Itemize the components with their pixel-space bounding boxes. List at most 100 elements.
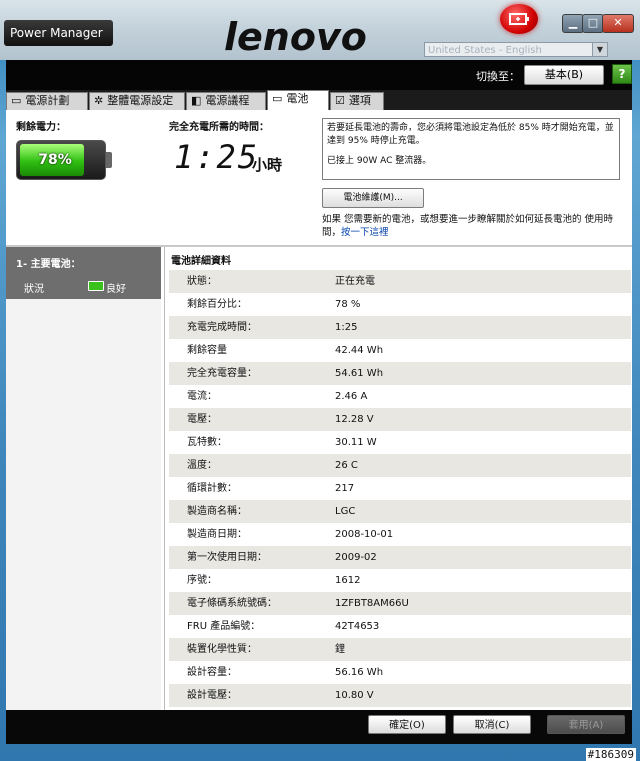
row-value: 正在充電 — [335, 276, 375, 287]
lenovo-logo: lenovo — [224, 16, 367, 58]
details-title: 電池詳細資料 — [171, 256, 231, 267]
charge-info-box: 若要延長電池的壽命，您必須將電池設定為低於 85% 時才開始充電，並達到 95%… — [322, 118, 620, 180]
adapter-message: 已接上 90W AC 整流器。 — [327, 156, 432, 166]
table-row: 瓦特數： 30.11 W — [169, 431, 631, 454]
watermark: #186309 — [585, 748, 636, 761]
battery-maintenance-button[interactable]: 電池維護(M)... — [322, 188, 424, 208]
row-value: 1612 — [335, 575, 361, 586]
row-label: 製造商日期： — [187, 529, 247, 540]
tab-options[interactable]: ☑ 選項 — [330, 92, 384, 110]
battery-list-item-primary[interactable]: 1- 主要電池： 狀況 良好 — [6, 247, 161, 299]
tab-battery[interactable]: ▭ 電池 — [267, 90, 329, 110]
charge-time-unit: 小時 — [252, 156, 283, 174]
table-row: 電流： 2.46 A — [169, 385, 631, 408]
row-label: 電流： — [187, 391, 217, 402]
switch-label: 切換至： — [476, 70, 520, 83]
table-row: 製造商名稱： LGC — [169, 500, 631, 523]
footer-bar: 確定(O) 取消(C) 套用(A) — [6, 710, 632, 744]
table-row: 裝置化學性質： 鋰 — [169, 638, 631, 661]
row-label: 剩餘百分比： — [187, 299, 247, 310]
table-row: 第一次使用日期： 2009-02 — [169, 546, 631, 569]
table-row: 完全充電容量： 54.61 Wh — [169, 362, 631, 385]
close-button[interactable]: ✕ — [602, 14, 634, 33]
row-label: 完全充電容量： — [187, 368, 257, 379]
remaining-power-label: 剩餘電力： — [16, 122, 66, 133]
battery-gauge: 78% — [16, 140, 106, 180]
header-bar: 切換至： 基本(B) ? — [6, 60, 632, 90]
row-value: 1ZFBT8AM66U — [335, 598, 409, 609]
table-row: 製造商日期： 2008-10-01 — [169, 523, 631, 546]
row-value: 42T4653 — [335, 621, 380, 632]
tab-label: 選項 — [348, 94, 371, 107]
row-label: 第一次使用日期： — [187, 552, 267, 563]
row-label: 序號： — [187, 575, 217, 586]
help-icon[interactable]: ? — [612, 64, 632, 84]
charge-threshold-message: 若要延長電池的壽命，您必須將電池設定為低於 85% 時才開始充電，並達到 95%… — [327, 123, 614, 146]
battery-list-panel: 1- 主要電池： 狀況 良好 — [6, 247, 161, 710]
battery-details-panel: 電池詳細資料 狀態： 正在充電剩餘百分比： 78 % 充電完成時間： 1:25 剩餘容量 4… — [164, 247, 632, 710]
new-battery-note: 如果 您需要新的電池，或想要進一步瞭解關於如何延長電池的 使用時間，按一下這裡 — [322, 213, 622, 239]
table-row: 溫度： 26 C — [169, 454, 631, 477]
row-label: 狀態： — [187, 276, 217, 287]
table-row: 剩餘容量 42.44 Wh — [169, 339, 631, 362]
table-row: 設計容量： 56.16 Wh — [169, 661, 631, 684]
language-value: United States - English — [428, 45, 542, 56]
battery-tab-icon: ▭ — [272, 92, 283, 105]
row-label: 裝置化學性質： — [187, 644, 257, 655]
row-value: 78 % — [335, 299, 361, 310]
title-bar[interactable]: Power Manager lenovo ▁ □ ✕ United States… — [0, 0, 640, 60]
row-label: 製造商名稱： — [187, 506, 247, 517]
ok-button[interactable]: 確定(O) — [368, 715, 446, 734]
row-value: 2009-02 — [335, 552, 377, 563]
tab-label: 電源計劃 — [25, 94, 70, 107]
maximize-button[interactable]: □ — [582, 14, 604, 33]
tab-global-settings[interactable]: ✲ 整體電源設定 — [89, 92, 185, 110]
language-select[interactable]: United States - English ▼ — [424, 42, 608, 57]
battery-alert-icon — [500, 4, 538, 34]
table-row: FRU 產品編號： 42T4653 — [169, 615, 631, 638]
row-value: 56.16 Wh — [335, 667, 384, 678]
tab-label: 電池 — [286, 92, 309, 105]
charge-time-value: 1:25 — [174, 138, 260, 176]
click-here-link[interactable]: 按一下這裡 — [341, 227, 389, 238]
checkbox-icon: ☑ — [335, 94, 345, 107]
cancel-button[interactable]: 取消(C) — [453, 715, 531, 734]
brand-text: lenovo — [224, 16, 367, 58]
row-label: 電壓： — [187, 414, 217, 425]
row-value: LGC — [335, 506, 356, 517]
table-row: 電壓： 12.28 V — [169, 408, 631, 431]
table-row: 剩餘百分比： 78 % — [169, 293, 631, 316]
tab-strip: ▭ 電源計劃 ✲ 整體電源設定 ◧ 電源議程 ▭ 電池 ☑ 選項 — [6, 90, 632, 110]
row-label: 充電完成時間： — [187, 322, 257, 333]
table-row: 序號： 1612 — [169, 569, 631, 592]
row-label: 設計容量： — [187, 667, 237, 678]
table-row: 設計電壓： 10.80 V — [169, 684, 631, 707]
battery-percent: 78% — [38, 152, 72, 168]
schedule-icon: ◧ — [191, 94, 202, 107]
row-value: 42.44 Wh — [335, 345, 384, 356]
chevron-down-icon: ▼ — [592, 43, 607, 56]
basic-mode-button[interactable]: 基本(B) — [524, 65, 604, 85]
row-value: 54.61 Wh — [335, 368, 384, 379]
row-value: 2.46 A — [335, 391, 368, 402]
minimize-button[interactable]: ▁ — [562, 14, 584, 33]
table-row: 電子條碼系統號碼： 1ZFBT8AM66U — [169, 592, 631, 615]
row-label: 電子條碼系統號碼： — [187, 598, 277, 609]
row-label: 設計電壓： — [187, 690, 237, 701]
row-value: 2008-10-01 — [335, 529, 394, 540]
table-row: 狀態： 正在充電 — [169, 270, 631, 293]
gear-icon: ✲ — [94, 94, 104, 107]
row-value: 217 — [335, 483, 355, 494]
row-label: 溫度： — [187, 460, 217, 471]
battery-terminal — [106, 152, 112, 168]
tab-label: 整體電源設定 — [107, 94, 174, 107]
apply-button[interactable]: 套用(A) — [547, 715, 625, 734]
battery-tab-content: 剩餘電力： 78% 完全充電所需的時間： 1:25 小時 若要延長電池的壽命，您… — [6, 110, 632, 710]
table-row: 循環計數： 217 — [169, 477, 631, 500]
tab-power-schedule[interactable]: ◧ 電源議程 — [186, 92, 266, 110]
details-table: 狀態： 正在充電剩餘百分比： 78 % 充電完成時間： 1:25 剩餘容量 42.44 Wh… — [169, 270, 631, 707]
row-value: 1:25 — [335, 322, 358, 333]
row-label: 剩餘容量 — [187, 345, 227, 356]
tab-power-plan[interactable]: ▭ 電源計劃 — [6, 92, 88, 110]
row-label: 瓦特數： — [187, 437, 227, 448]
